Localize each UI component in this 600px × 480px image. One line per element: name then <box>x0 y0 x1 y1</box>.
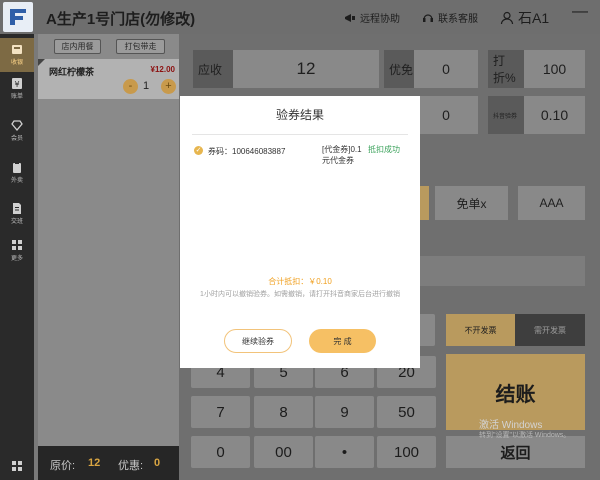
diamond-icon <box>11 120 23 131</box>
sidebar-item-label: 会员 <box>10 136 23 142</box>
keypad-key[interactable]: 7 <box>191 396 250 428</box>
app-logo <box>3 2 33 32</box>
revoke-note: 1小时内可以撤销验券。如需撤销，请打开抖音商家后台进行撤销 <box>200 291 400 298</box>
decrease-qty-button[interactable]: - <box>123 79 138 94</box>
dialog-title: 验券结果 <box>275 108 324 122</box>
store-title: A生产1号门店(勿修改) <box>46 11 196 28</box>
discount-pct-label: 打折% <box>488 50 524 88</box>
total-deduction: 合计抵扣：￥0.10 <box>268 277 332 286</box>
minimize-button[interactable]: — <box>572 3 588 21</box>
original-price-label: 原价: <box>50 460 76 472</box>
keypad-key[interactable]: 8 <box>254 396 313 428</box>
douyin-verify-label: 抖音验券 <box>488 96 524 134</box>
sidebar-item-shift[interactable]: 交班 <box>0 197 34 231</box>
sidebar-item-cashier[interactable]: 收银 <box>0 38 34 72</box>
row2-value[interactable]: 0 <box>414 96 478 134</box>
sidebar-item-members[interactable]: 会员 <box>0 114 34 148</box>
order-panel: 店内用餐 打包带走 网红柠檬茶 ¥12.00 - 1 + <box>38 34 179 446</box>
tab-dine-in[interactable]: 店内用餐 <box>54 39 101 54</box>
coupon-status: 抵扣成功 <box>368 145 400 154</box>
headset-icon <box>423 13 433 22</box>
increase-qty-button[interactable]: + <box>161 79 176 94</box>
logo-icon <box>10 9 26 25</box>
discount-label: 优惠: <box>118 460 144 472</box>
no-invoice-button[interactable]: 不开发票 <box>446 314 515 346</box>
continue-verify-button[interactable]: 继续验券 <box>224 329 292 353</box>
sidebar-item-label: 更多 <box>10 256 23 262</box>
success-check-icon: ✓ <box>194 146 203 155</box>
contact-support-button[interactable]: 联系客服 <box>422 10 478 25</box>
order-footer: 原价: 12 优惠: 0 <box>38 446 179 480</box>
sidebar-item-label: 外卖 <box>10 178 23 184</box>
coupon-result-dialog: 验券结果 ✓ 券码：100646083887 [代金券]0.1元代金券 抵扣成功… <box>180 96 420 368</box>
order-type-tabs: 店内用餐 打包带走 <box>38 34 179 58</box>
coupon-code: 券码：100646083887 <box>208 147 286 156</box>
item-quantity: 1 <box>143 80 150 92</box>
clipboard-icon <box>13 162 21 173</box>
sidebar-item-label: 收银 <box>10 60 23 66</box>
keypad-key[interactable]: 100 <box>377 436 436 468</box>
keypad-key[interactable]: 00 <box>254 436 313 468</box>
receivable-label: 应收 <box>193 50 233 88</box>
free-label: 优免 <box>384 50 414 88</box>
user-icon <box>500 11 514 25</box>
user-name: 石A1 <box>518 10 550 26</box>
remark-strip <box>419 256 585 286</box>
apps-grid-icon[interactable] <box>11 460 23 472</box>
free-order-button[interactable]: 免单x <box>435 186 508 220</box>
windows-activation-hint: 转到"设置"以激活 Windows。 <box>479 432 571 439</box>
grid-icon <box>12 240 22 250</box>
windows-activation-watermark: 激活 Windows <box>479 420 543 431</box>
coupon-result-row: ✓ 券码：100646083887 [代金券]0.1元代金券 抵扣成功 <box>194 144 408 166</box>
sidebar: 收银 ¥ 账单 会员 外卖 交班 更多 <box>0 34 34 480</box>
order-item[interactable]: 网红柠檬茶 ¥12.00 - 1 + <box>38 59 179 99</box>
keypad-key[interactable]: • <box>315 436 374 468</box>
keypad-key[interactable]: 50 <box>377 396 436 428</box>
remote-assist-label: 远程协助 <box>360 14 400 25</box>
top-bar: A生产1号门店(勿修改) 远程协助 联系客服 石A1 — <box>0 0 600 34</box>
done-button[interactable]: 完 成 <box>309 329 376 353</box>
item-marker <box>38 59 45 66</box>
aaa-button[interactable]: AAA <box>518 186 585 220</box>
contact-support-label: 联系客服 <box>438 14 478 25</box>
sidebar-item-label: 交班 <box>10 219 23 225</box>
need-invoice-button[interactable]: 需开发票 <box>515 314 585 346</box>
douyin-verify-value[interactable]: 0.10 <box>524 96 585 134</box>
payment-method-edge[interactable] <box>419 186 429 220</box>
receivable-value: 12 <box>233 50 379 88</box>
free-value[interactable]: 0 <box>414 50 478 88</box>
remote-assist-icon <box>345 13 355 22</box>
item-name: 网红柠檬茶 <box>49 67 95 77</box>
sidebar-item-bills[interactable]: ¥ 账单 <box>0 72 34 106</box>
discount-pct-value[interactable]: 100 <box>524 50 585 88</box>
keypad-key[interactable]: 9 <box>315 396 374 428</box>
original-price-value: 12 <box>88 457 101 469</box>
document-icon <box>13 203 21 214</box>
user-menu[interactable]: 石A1 <box>500 8 549 28</box>
tab-takeaway[interactable]: 打包带走 <box>116 39 165 54</box>
sidebar-item-label: 账单 <box>10 94 23 100</box>
discount-value: 0 <box>154 457 161 469</box>
svg-text:¥: ¥ <box>14 80 19 89</box>
yen-bill-icon: ¥ <box>12 78 22 89</box>
remote-assist-button[interactable]: 远程协助 <box>344 10 400 25</box>
dialog-divider <box>192 134 408 135</box>
item-price: ¥12.00 <box>150 65 175 74</box>
keypad-key[interactable]: 0 <box>191 436 250 468</box>
back-button[interactable]: 返回 <box>446 436 585 468</box>
sidebar-item-delivery[interactable]: 外卖 <box>0 156 34 190</box>
coupon-type: [代金券]0.1元代金券 <box>322 145 362 165</box>
sidebar-item-more[interactable]: 更多 <box>0 234 34 268</box>
cash-register-icon <box>12 45 22 54</box>
